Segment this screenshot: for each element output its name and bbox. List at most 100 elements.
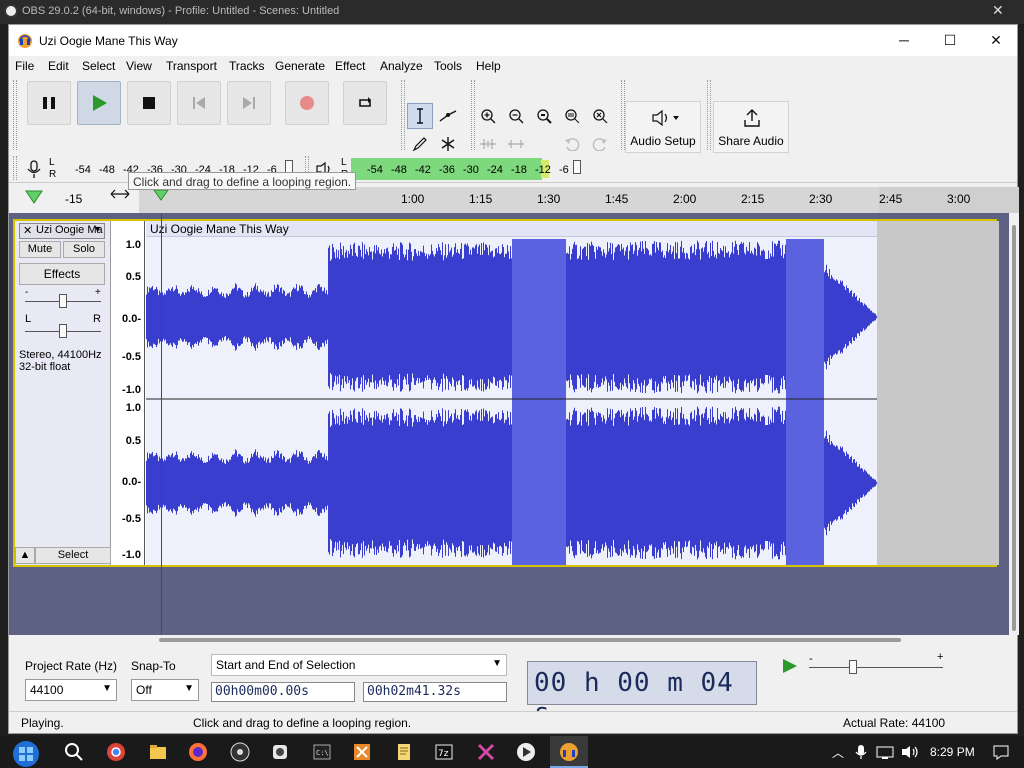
trim-button[interactable] [475, 131, 501, 157]
terminal-icon[interactable]: C:\ [312, 742, 332, 762]
horizontal-scrollbar[interactable] [9, 635, 1009, 645]
play-speed-slider-thumb[interactable] [849, 660, 857, 674]
silence-button[interactable] [503, 131, 529, 157]
tracks-area[interactable]: ✕ Uzi Oogie Ma ▼ Mute Solo Effects - + L… [9, 213, 1009, 657]
play-at-speed-icon[interactable] [779, 657, 801, 675]
toolbar-grip[interactable] [13, 80, 17, 150]
track-control-panel[interactable]: ✕ Uzi Oogie Ma ▼ Mute Solo Effects - + L… [15, 221, 111, 565]
play-speed-slider-track[interactable] [809, 667, 943, 668]
solo-button[interactable]: Solo [63, 241, 105, 258]
multi-tool[interactable] [435, 131, 461, 157]
menu-generate[interactable]: Generate [275, 59, 325, 73]
play-position-marker-icon[interactable] [153, 189, 169, 201]
play-button[interactable] [77, 81, 121, 125]
play-head-triangle-icon[interactable] [25, 189, 43, 205]
gain-slider-thumb[interactable] [59, 294, 67, 308]
vertical-scroll-thumb[interactable] [1012, 225, 1016, 631]
pause-button[interactable] [27, 81, 71, 125]
close-button[interactable]: ✕ [973, 25, 1019, 56]
track-close-icon[interactable]: ✕ [23, 224, 32, 237]
amplitude-ruler[interactable]: 1.0 0.5 0.0- -0.5 -1.0 1.0 0.5 0.0- -0.5… [113, 221, 145, 565]
taskbar-clock[interactable]: 8:29 PM [930, 745, 975, 759]
ruler-label: 0.5 [125, 435, 141, 447]
maximize-button[interactable]: ☐ [927, 25, 973, 56]
app-x-icon[interactable] [476, 742, 496, 762]
tray-mic-icon[interactable] [854, 744, 868, 760]
selection-start-time[interactable]: 00h00m00.00s [211, 682, 355, 702]
firefox-icon[interactable] [188, 742, 208, 762]
app-orange-icon[interactable] [352, 742, 372, 762]
menu-transport[interactable]: Transport [166, 59, 217, 73]
menu-file[interactable]: File [15, 59, 34, 73]
seven-zip-icon[interactable]: 7z [434, 742, 454, 762]
share-grip[interactable] [707, 80, 711, 150]
tray-overflow-chevron-icon[interactable]: ︿ [832, 744, 844, 761]
app-notepad-icon[interactable] [394, 742, 414, 762]
select-track-button[interactable]: Select [35, 547, 111, 564]
mute-button[interactable]: Mute [19, 241, 61, 258]
menu-help[interactable]: Help [476, 59, 501, 73]
menu-analyze[interactable]: Analyze [380, 59, 423, 73]
audio-position-display[interactable]: 00 h 00 m 04 s [527, 661, 757, 728]
pan-slider-thumb[interactable] [59, 324, 67, 338]
record-button[interactable] [285, 81, 329, 125]
media-player-icon[interactable] [516, 742, 536, 762]
selection-mode-select[interactable]: Start and End of Selection ▼ [211, 654, 507, 676]
timeline-track-area[interactable] [139, 187, 879, 213]
effects-button[interactable]: Effects [19, 263, 105, 285]
fit-project-button[interactable] [559, 103, 585, 129]
horizontal-scroll-thumb[interactable] [159, 638, 901, 642]
vertical-scrollbar[interactable] [1009, 213, 1019, 635]
playback-meter[interactable]: -54 -48 -42 -36 -30 -24 -18 -12 -6 [351, 158, 571, 180]
app-paint-icon[interactable] [270, 742, 290, 762]
share-audio-button[interactable]: Share Audio [713, 101, 789, 153]
envelope-icon [439, 110, 457, 122]
tray-network-icon[interactable] [876, 744, 894, 760]
waveform[interactable] [146, 221, 877, 565]
menu-tools[interactable]: Tools [434, 59, 462, 73]
clip-title-bar[interactable]: Uzi Oogie Mane This Way [146, 221, 877, 237]
loop-button[interactable] [343, 81, 387, 125]
audio-setup-button[interactable]: Audio Setup [625, 101, 701, 153]
tray-volume-icon[interactable] [900, 744, 920, 760]
taskbar-audacity-active[interactable] [550, 736, 588, 768]
timeline-label: 2:15 [741, 192, 765, 206]
menu-view[interactable]: View [126, 59, 152, 73]
selection-tool[interactable] [407, 103, 433, 129]
playback-volume-thumb[interactable] [573, 160, 581, 174]
skip-to-start-button[interactable] [177, 81, 221, 125]
minimize-button[interactable]: ─ [881, 25, 927, 56]
menu-select[interactable]: Select [82, 59, 115, 73]
project-rate-select[interactable]: 44100 ▼ [25, 679, 117, 701]
draw-tool[interactable] [407, 131, 433, 157]
empty-track-region[interactable] [877, 221, 999, 565]
redo-button[interactable] [587, 131, 613, 157]
file-explorer-icon[interactable] [148, 742, 168, 762]
menu-tracks[interactable]: Tracks [229, 59, 265, 73]
collapse-track-button[interactable]: ▲ [15, 547, 35, 564]
chrome-icon[interactable] [106, 742, 126, 762]
notifications-icon[interactable] [992, 744, 1010, 760]
search-icon[interactable] [64, 742, 84, 762]
record-meter-grip[interactable] [13, 156, 17, 180]
menu-effect[interactable]: Effect [335, 59, 365, 73]
waveform-area[interactable] [146, 221, 877, 565]
zoom-toggle-button[interactable] [587, 103, 613, 129]
selection-end-time[interactable]: 00h02m41.32s [363, 682, 507, 702]
start-windows-icon[interactable] [12, 740, 40, 768]
undo-button[interactable] [559, 131, 585, 157]
tools-grip[interactable] [401, 80, 405, 150]
skip-to-end-button[interactable] [227, 81, 271, 125]
microphone-icon[interactable] [25, 159, 43, 179]
zoom-in-button[interactable] [475, 103, 501, 129]
envelope-tool[interactable] [435, 103, 461, 129]
obs-icon[interactable] [230, 742, 250, 762]
menu-edit[interactable]: Edit [48, 59, 69, 73]
fit-selection-button[interactable] [531, 103, 557, 129]
stop-button[interactable] [127, 81, 171, 125]
snap-to-select[interactable]: Off ▼ [131, 679, 199, 701]
background-close-icon[interactable]: ✕ [992, 2, 1004, 19]
zoom-out-button[interactable] [503, 103, 529, 129]
speed-plus-icon: + [937, 651, 944, 663]
track-name-menu[interactable]: ✕ Uzi Oogie Ma ▼ [19, 223, 105, 239]
